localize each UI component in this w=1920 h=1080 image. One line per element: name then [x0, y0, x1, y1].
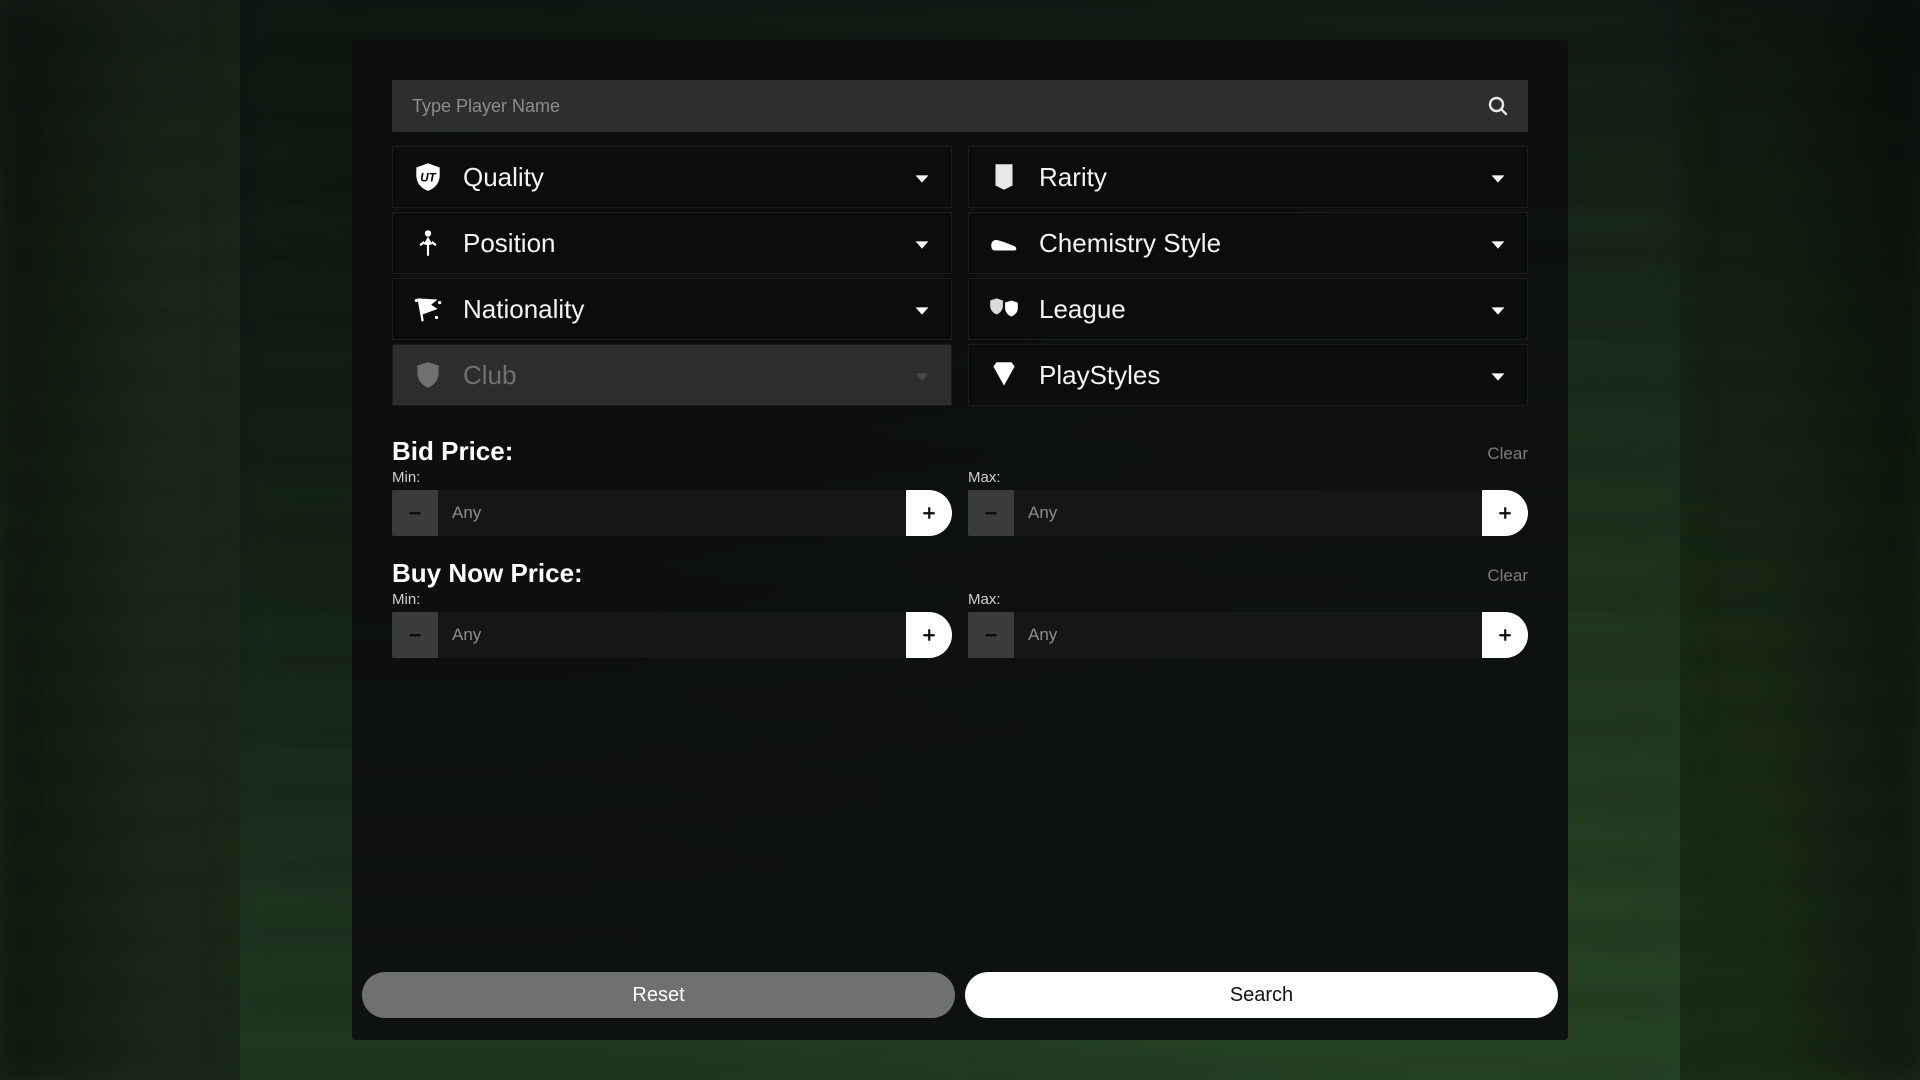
bid-max-label: Max:: [968, 469, 1528, 486]
chevron-down-icon: [911, 232, 933, 254]
buynow-max-stepper: [968, 612, 1528, 658]
svg-text:UT: UT: [420, 171, 436, 184]
shield-ut-icon: UT: [411, 160, 445, 194]
bid-max-input[interactable]: [1014, 490, 1482, 536]
buynow-min-input[interactable]: [438, 612, 906, 658]
bid-max-field: Max:: [968, 469, 1528, 536]
player-name-input[interactable]: [410, 95, 1486, 118]
filter-label: PlayStyles: [1039, 360, 1469, 391]
chevron-down-icon: [1487, 166, 1509, 188]
buynow-max-label: Max:: [968, 591, 1528, 608]
search-panel: UT Quality Rarity Position: [352, 40, 1568, 1040]
filter-label: Rarity: [1039, 162, 1469, 193]
letterbox-right: [1680, 0, 1920, 1080]
bid-price-title: Bid Price:: [392, 436, 1528, 467]
chevron-down-icon: [911, 298, 933, 320]
league-badges-icon: [987, 292, 1021, 326]
bid-min-label: Min:: [392, 469, 952, 486]
chevron-down-icon: [911, 166, 933, 188]
chevron-down-icon: [911, 364, 933, 386]
buynow-min-field: Min:: [392, 591, 952, 658]
filter-playstyles[interactable]: PlayStyles: [968, 344, 1528, 406]
filter-nationality[interactable]: Nationality: [392, 278, 952, 340]
flag-icon: [411, 292, 445, 326]
game-stage: UT Quality Rarity Position: [240, 0, 1680, 1080]
filter-grid: UT Quality Rarity Position: [392, 146, 1528, 406]
buynow-price-title: Buy Now Price:: [392, 558, 1528, 589]
chevron-down-icon: [1487, 232, 1509, 254]
buynow-price-clear[interactable]: Clear: [1487, 566, 1528, 586]
bid-max-decrement[interactable]: [968, 490, 1014, 536]
bid-min-stepper: [392, 490, 952, 536]
filter-chemistry-style[interactable]: Chemistry Style: [968, 212, 1528, 274]
buynow-min-stepper: [392, 612, 952, 658]
bid-max-increment[interactable]: [1482, 490, 1528, 536]
filter-rarity[interactable]: Rarity: [968, 146, 1528, 208]
player-name-search[interactable]: [392, 80, 1528, 132]
search-icon[interactable]: [1486, 94, 1510, 118]
bid-min-input[interactable]: [438, 490, 906, 536]
buynow-max-decrement[interactable]: [968, 612, 1014, 658]
diamond-icon: [987, 358, 1021, 392]
filter-quality[interactable]: UT Quality: [392, 146, 952, 208]
filter-label: Chemistry Style: [1039, 228, 1469, 259]
letterbox-left: [0, 0, 240, 1080]
card-icon: [987, 160, 1021, 194]
filter-label: League: [1039, 294, 1469, 325]
bid-price-section: Bid Price: Clear Min: M: [392, 436, 1528, 536]
search-button[interactable]: Search: [965, 972, 1558, 1018]
buynow-max-field: Max:: [968, 591, 1528, 658]
buynow-min-decrement[interactable]: [392, 612, 438, 658]
club-shield-icon: [411, 358, 445, 392]
reset-button[interactable]: Reset: [362, 972, 955, 1018]
bid-max-stepper: [968, 490, 1528, 536]
buynow-max-input[interactable]: [1014, 612, 1482, 658]
filter-label: Club: [463, 360, 893, 391]
bid-min-field: Min:: [392, 469, 952, 536]
bid-min-decrement[interactable]: [392, 490, 438, 536]
buynow-max-increment[interactable]: [1482, 612, 1528, 658]
filter-club: Club: [392, 344, 952, 406]
buynow-price-section: Buy Now Price: Clear Min:: [392, 558, 1528, 658]
bid-min-increment[interactable]: [906, 490, 952, 536]
bid-price-clear[interactable]: Clear: [1487, 444, 1528, 464]
filter-label: Position: [463, 228, 893, 259]
filter-league[interactable]: League: [968, 278, 1528, 340]
buynow-min-increment[interactable]: [906, 612, 952, 658]
player-icon: [411, 226, 445, 260]
chevron-down-icon: [1487, 364, 1509, 386]
footer-buttons: Reset Search: [362, 972, 1558, 1018]
filter-label: Quality: [463, 162, 893, 193]
boot-icon: [987, 226, 1021, 260]
chevron-down-icon: [1487, 298, 1509, 320]
buynow-min-label: Min:: [392, 591, 952, 608]
filter-label: Nationality: [463, 294, 893, 325]
filter-position[interactable]: Position: [392, 212, 952, 274]
